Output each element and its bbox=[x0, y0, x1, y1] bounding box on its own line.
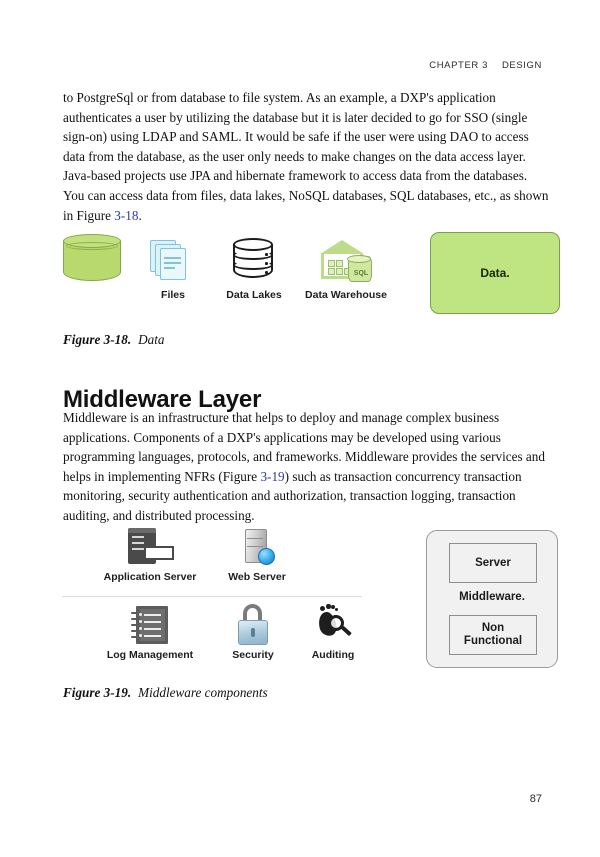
auditing-item: Auditing bbox=[292, 604, 374, 662]
figure-3-18-caption-number: Figure 3-18. bbox=[63, 332, 132, 347]
figure-3-19-cross-reference-link[interactable]: 3-19 bbox=[260, 469, 284, 484]
figure-3-18-caption-text: Data bbox=[138, 332, 165, 347]
padlock-icon bbox=[235, 604, 271, 646]
data-warehouse-item-label: Data Warehouse bbox=[305, 289, 387, 301]
figure-3-19-caption-text: Middleware components bbox=[138, 685, 268, 700]
data-warehouse-icon: SQL bbox=[318, 238, 374, 286]
application-server-item: Application Server bbox=[92, 528, 208, 584]
data-lakes-item: Data Lakes bbox=[210, 238, 298, 302]
running-header: CHAPTER 3 DESIGN bbox=[429, 60, 542, 71]
nonfunctional-line-1: Non bbox=[481, 622, 505, 634]
middleware-diagram-label: Middleware. bbox=[459, 591, 525, 603]
application-server-icon bbox=[124, 528, 176, 568]
document-page: CHAPTER 3 DESIGN to PostgreSql or from d… bbox=[0, 0, 600, 857]
header-section: DESIGN bbox=[501, 60, 542, 71]
files-icon bbox=[150, 238, 196, 286]
page-number: 87 bbox=[529, 793, 542, 805]
log-management-label: Log Management bbox=[106, 649, 194, 661]
figure-3-19-icon-group: Application Server Web Server Log Manage… bbox=[58, 528, 398, 674]
data-lakes-cylinder-icon bbox=[233, 238, 275, 286]
middleware-nonfunctional-box-label: Non Functional bbox=[464, 622, 522, 648]
middleware-server-box: Server bbox=[449, 543, 537, 583]
security-label: Security bbox=[232, 649, 274, 661]
log-management-item: Log Management bbox=[88, 604, 212, 662]
security-item: Security bbox=[214, 604, 292, 662]
figure-3-19-caption-number: Figure 3-19. bbox=[63, 685, 132, 700]
sql-badge-label: SQL bbox=[353, 270, 369, 277]
figure-3-18-graphic: Files Data Lakes SQL Data Warehouse Data… bbox=[58, 228, 560, 320]
body-paragraph-1-container: to PostgreSql or from database to file s… bbox=[63, 88, 550, 225]
nonfunctional-line-2: Functional bbox=[463, 635, 523, 647]
web-server-item: Web Server bbox=[214, 528, 300, 584]
paragraph-1-tail: . bbox=[138, 207, 142, 223]
figure-3-18-cross-reference-link[interactable]: 3-18 bbox=[114, 208, 138, 223]
auditing-label: Auditing bbox=[311, 649, 355, 661]
web-server-label: Web Server bbox=[228, 571, 286, 583]
green-database-cylinder-icon bbox=[63, 234, 123, 288]
figure-3-19-graphic: Application Server Web Server Log Manage… bbox=[58, 528, 558, 674]
application-server-label: Application Server bbox=[103, 571, 197, 583]
middleware-nonfunctional-box: Non Functional bbox=[449, 615, 537, 655]
body-paragraph-2-container: Middleware is an infrastructure that hel… bbox=[63, 408, 550, 526]
data-database-item bbox=[58, 234, 128, 291]
paragraph-1-text: to PostgreSql or from database to file s… bbox=[63, 90, 549, 223]
figure-3-18-caption: Figure 3-18. Data bbox=[63, 332, 165, 348]
middleware-server-box-label: Server bbox=[475, 556, 511, 569]
files-item: Files bbox=[140, 238, 206, 302]
footprint-magnifier-icon bbox=[312, 604, 354, 646]
figure-3-18-icon-group: Files Data Lakes SQL Data Warehouse bbox=[58, 228, 408, 320]
middleware-diagram-box: Server Middleware. Non Functional bbox=[426, 530, 558, 668]
body-paragraph-1: to PostgreSql or from database to file s… bbox=[63, 88, 550, 225]
body-paragraph-2: Middleware is an infrastructure that hel… bbox=[63, 408, 550, 526]
files-item-label: Files bbox=[161, 289, 185, 301]
data-warehouse-item: SQL Data Warehouse bbox=[298, 238, 394, 302]
data-summary-box-label: Data. bbox=[480, 266, 510, 280]
log-management-icon bbox=[128, 604, 172, 646]
header-chapter: CHAPTER 3 bbox=[429, 60, 488, 71]
data-lakes-item-label: Data Lakes bbox=[226, 289, 282, 301]
web-server-icon bbox=[237, 528, 277, 568]
data-summary-box: Data. bbox=[430, 232, 560, 314]
figure-3-19-caption: Figure 3-19. Middleware components bbox=[63, 685, 268, 701]
